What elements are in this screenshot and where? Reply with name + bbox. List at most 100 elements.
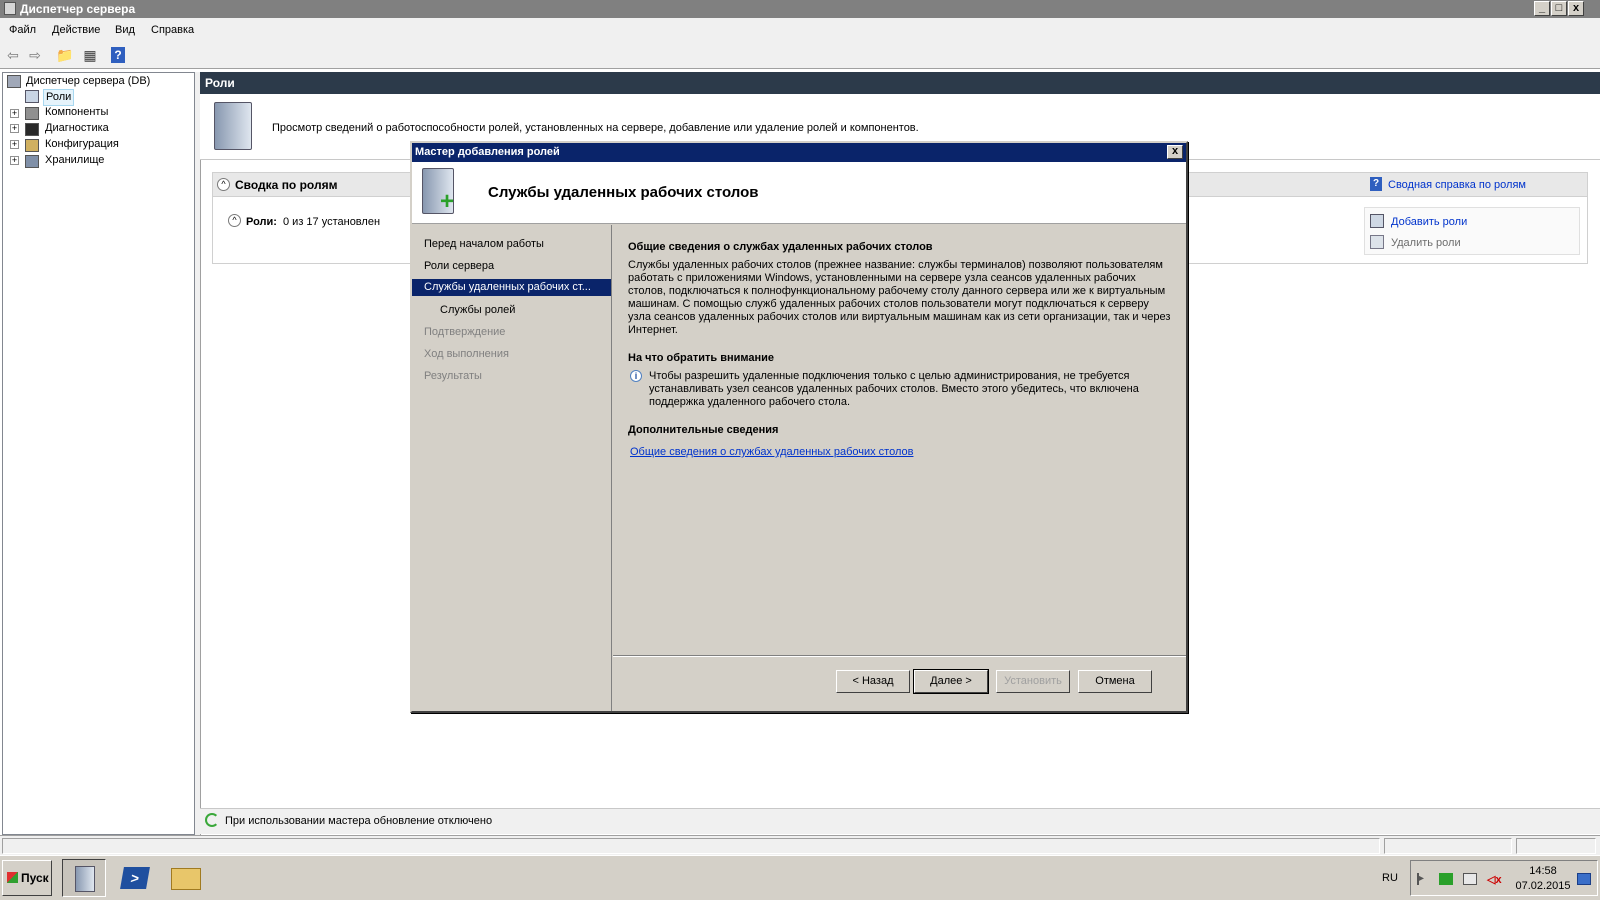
folder-icon [171, 868, 201, 890]
server-manager-icon [75, 866, 95, 892]
close-button[interactable]: x [1568, 1, 1584, 16]
components-icon [25, 107, 39, 120]
roles-icon [25, 90, 39, 103]
remove-roles-link: Удалить роли [1391, 237, 1461, 249]
next-button[interactable]: Далее > [913, 669, 989, 694]
toolbar: ⇦ ⇨ 📁 ▦ ? [0, 42, 1600, 69]
roles-server-icon [214, 102, 252, 150]
collapse-icon[interactable]: ^ [228, 214, 241, 227]
back-button[interactable]: < Назад [836, 670, 910, 693]
expand-icon[interactable]: + [10, 124, 19, 133]
section-notes-text: Чтобы разрешить удаленные подключения то… [649, 370, 1139, 408]
clock-date[interactable]: 07.02.2015 [1515, 880, 1571, 892]
status-pane [1516, 838, 1596, 854]
tree-item-configuration[interactable]: Конфигурация [45, 137, 119, 152]
dialog-title-bar: Мастер добавления ролей x [412, 143, 1186, 162]
tree-item-roles[interactable]: Роли [43, 89, 75, 106]
wizard-step-confirmation: Подтверждение [424, 326, 506, 338]
tree-root[interactable]: Диспетчер сервера (DB) [26, 74, 150, 89]
window-title: Диспетчер сервера [20, 2, 136, 16]
show-hide-tree-icon[interactable]: ▦ [81, 46, 99, 64]
expand-icon[interactable]: + [10, 156, 19, 165]
start-button[interactable]: Пуск [2, 860, 52, 896]
navigation-tree: Диспетчер сервера (DB) Роли + Компоненты… [2, 72, 195, 835]
remove-roles-icon [1370, 235, 1384, 249]
refresh-icon [205, 813, 219, 827]
wizard-step-remote-desktop-services[interactable]: Службы удаленных рабочих ст... [412, 279, 611, 296]
dialog-header: + Службы удаленных рабочих столов [412, 162, 1186, 224]
start-label: Пуск [21, 871, 49, 885]
roles-count-value: 0 из 17 установлен [283, 216, 381, 228]
maximize-button[interactable]: □ [1551, 1, 1567, 16]
help-icon[interactable]: ? [111, 47, 125, 63]
forward-arrow-icon[interactable]: ⇨ [26, 46, 44, 64]
info-icon: i [630, 370, 642, 382]
collapse-icon[interactable]: ^ [217, 178, 230, 191]
wizard-step-server-roles[interactable]: Роли сервера [424, 260, 494, 272]
language-indicator[interactable]: RU [1382, 872, 1398, 884]
wizard-step-before-you-begin[interactable]: Перед началом работы [424, 238, 544, 250]
content-status-bar: При использовании мастера обновление отк… [200, 808, 1600, 834]
clock-time[interactable]: 14:58 [1515, 865, 1571, 877]
add-roles-icon [1370, 214, 1384, 228]
minimize-button[interactable]: _ [1534, 1, 1550, 16]
server-icon [7, 75, 21, 88]
expand-icon[interactable]: + [10, 140, 19, 149]
tree-item-storage[interactable]: Хранилище [45, 153, 104, 168]
section-notes-title: На что обратить внимание [628, 352, 775, 364]
up-folder-icon[interactable]: 📁 [56, 46, 74, 64]
section-more-info-title: Дополнительные сведения [628, 424, 779, 436]
roles-summary-title: Сводка по ролям [235, 178, 338, 192]
dialog-title: Мастер добавления ролей [415, 146, 560, 158]
taskbar-server-manager[interactable] [62, 859, 106, 897]
tree-item-components[interactable]: Компоненты [45, 105, 108, 120]
menu-file[interactable]: Файл [9, 24, 36, 36]
dialog-heading: Службы удаленных рабочих столов [488, 184, 759, 201]
window-title-bar: Диспетчер сервера _ □ x [0, 0, 1600, 18]
refresh-status-text: При использовании мастера обновление отк… [225, 815, 493, 827]
server-manager-icon [4, 2, 16, 15]
menu-view[interactable]: Вид [115, 24, 135, 36]
expand-icon[interactable]: + [10, 109, 19, 118]
volume-muted-icon[interactable]: ◁x [1487, 873, 1502, 886]
roles-header-title: Роли [205, 76, 235, 90]
back-arrow-icon[interactable]: ⇦ [4, 46, 22, 64]
cancel-button[interactable]: Отмена [1078, 670, 1152, 693]
section-overview-title: Общие сведения о службах удаленных рабоч… [628, 241, 933, 253]
tree-item-diagnostics[interactable]: Диагностика [45, 121, 109, 136]
wizard-step-progress: Ход выполнения [424, 348, 509, 360]
diagnostics-icon [25, 123, 39, 136]
taskbar-powershell[interactable]: > [114, 859, 158, 897]
add-plus-icon: + [440, 188, 455, 215]
wizard-step-role-services[interactable]: Службы ролей [440, 304, 515, 316]
menu-bar: Файл Действие Вид Справка [0, 18, 1600, 42]
section-overview-text: Службы удаленных рабочих столов (прежнее… [628, 259, 1171, 336]
show-desktop-icon[interactable] [1577, 873, 1591, 885]
powershell-icon: > [120, 867, 150, 889]
menu-help[interactable]: Справка [151, 24, 194, 36]
wizard-navigation: Перед началом работы Роли сервера Службы… [412, 225, 612, 711]
flag-icon[interactable]: ▸ [1417, 873, 1429, 885]
window-status-bar [0, 835, 1600, 855]
roles-header: Роли [200, 72, 1600, 94]
taskbar-explorer[interactable] [164, 859, 208, 897]
taskbar [0, 855, 1600, 900]
network-icon[interactable] [1463, 873, 1477, 885]
roles-help-link[interactable]: Сводная справка по ролям [1388, 179, 1526, 191]
network-status-icon[interactable] [1439, 873, 1453, 885]
system-tray: ▸ ◁x 14:58 07.02.2015 [1410, 860, 1598, 896]
configuration-icon [25, 139, 39, 152]
status-pane [2, 838, 1380, 854]
roles-count-label: Роли: [246, 216, 277, 228]
wizard-step-results: Результаты [424, 370, 482, 382]
menu-action[interactable]: Действие [52, 24, 100, 36]
windows-logo-icon [7, 872, 18, 883]
install-button: Установить [996, 670, 1070, 693]
dialog-close-button[interactable]: x [1167, 145, 1183, 159]
status-pane [1384, 838, 1512, 854]
dialog-separator [613, 655, 1186, 657]
more-info-link[interactable]: Общие сведения о службах удаленных рабоч… [630, 446, 913, 459]
help-icon[interactable]: ? [1370, 177, 1382, 191]
add-roles-link[interactable]: Добавить роли [1391, 216, 1467, 228]
roles-description: Просмотр сведений о работоспособности ро… [272, 122, 919, 134]
